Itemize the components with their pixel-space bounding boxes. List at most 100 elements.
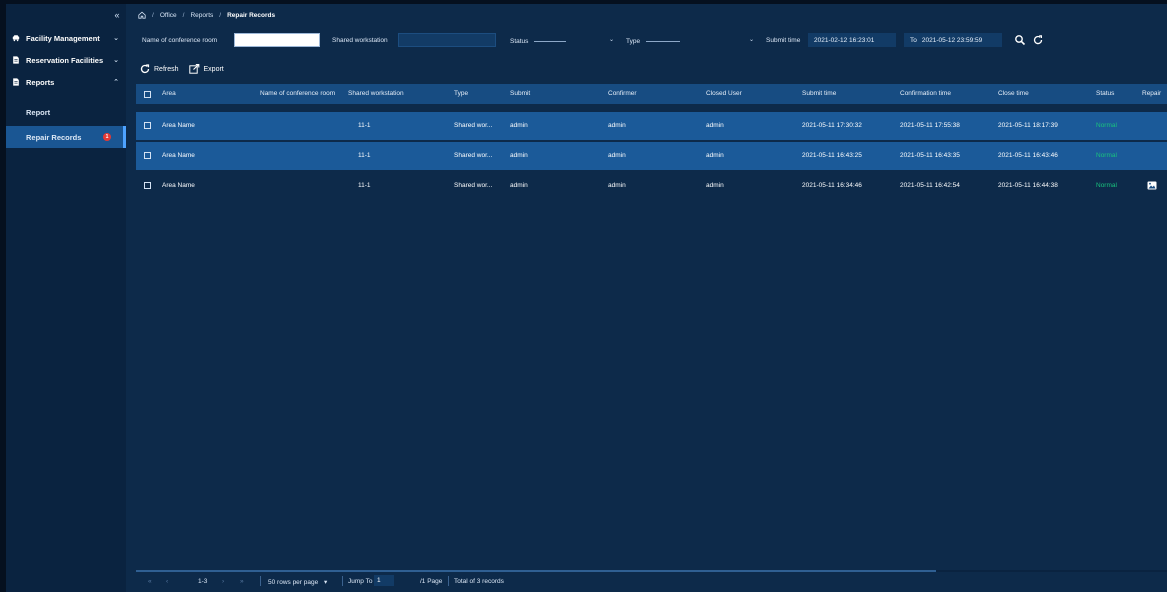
shared-workstation-input[interactable]	[398, 33, 496, 47]
column-header-confirmation-time[interactable]: Confirmation time	[900, 90, 951, 97]
export-label: Export	[203, 65, 224, 73]
status-badge: Normal	[1096, 152, 1117, 159]
pagination-divider	[260, 576, 261, 586]
date-to-value: 2021-05-12 23:59:59	[921, 36, 983, 44]
column-header-submit-time[interactable]: Submit time	[802, 90, 836, 97]
last-page-icon[interactable]: »	[240, 578, 244, 585]
search-icon[interactable]	[1014, 34, 1026, 46]
column-header-submit[interactable]: Submit	[510, 90, 530, 97]
column-header-shared-workstation[interactable]: Shared workstation	[348, 90, 404, 97]
cell-submit: admin	[510, 152, 528, 159]
first-page-icon[interactable]: «	[148, 578, 152, 585]
home-icon[interactable]	[138, 11, 146, 19]
sidebar-item-label: Facility Management	[26, 33, 100, 43]
cell-area: Area Name	[162, 152, 195, 159]
breadcrumb-separator: /	[219, 11, 222, 19]
page-count: /1 Page	[420, 578, 443, 585]
horizontal-scrollbar[interactable]	[136, 570, 936, 572]
cell-closed-user: admin	[706, 182, 724, 189]
sidebar-subitem-repair-records[interactable]: Repair Records 1	[6, 126, 126, 148]
refresh-label: Refresh	[154, 65, 179, 73]
refresh-button[interactable]: Refresh	[140, 64, 179, 74]
status-badge: Normal	[1096, 122, 1117, 129]
sidebar: « Facility Management ⌄ Reservation Faci…	[6, 4, 126, 592]
sidebar-item-label: Reservation Facilities	[26, 55, 104, 65]
reset-icon[interactable]	[1032, 34, 1044, 46]
cell-submit-time: 2021-05-11 16:34:46	[802, 182, 862, 189]
pagination-divider	[342, 576, 343, 586]
table-row[interactable]: Area Name 11-1 Shared wor... admin admin…	[136, 112, 1167, 140]
cell-closed-user: admin	[706, 122, 724, 129]
rows-per-page-select[interactable]: 50 rows per page ▾	[268, 578, 327, 586]
type-select-label: Type	[626, 37, 641, 45]
document-icon	[13, 78, 19, 86]
column-header-status[interactable]: Status	[1096, 90, 1114, 97]
row-checkbox[interactable]	[144, 152, 151, 159]
cell-close-time: 2021-05-11 16:44:38	[998, 182, 1058, 189]
status-select[interactable]: Status ⌄	[510, 35, 614, 47]
chevron-up-icon: ⌃	[113, 79, 119, 86]
cell-type: Shared wor...	[454, 182, 493, 189]
jump-to-label: Jump To	[348, 578, 373, 585]
status-select-line	[534, 40, 567, 42]
select-all-checkbox[interactable]	[144, 91, 151, 98]
conference-room-input[interactable]	[234, 33, 320, 47]
date-from-input[interactable]: 2021-02-12 16:23:01	[808, 33, 896, 47]
filter-bar: Name of conference room Shared workstati…	[126, 32, 1167, 52]
sidebar-item-facility-management[interactable]: Facility Management ⌄	[6, 28, 126, 48]
column-header-closed-user[interactable]: Closed User	[706, 90, 742, 97]
export-button[interactable]: Export	[188, 64, 224, 74]
sidebar-item-reports[interactable]: Reports ⌃	[6, 72, 126, 92]
image-icon[interactable]	[1147, 181, 1157, 190]
column-header-conference-room[interactable]: Name of conference room	[260, 90, 335, 97]
sidebar-subitem-report[interactable]: Report	[6, 102, 126, 122]
sidebar-item-reservation-facilities[interactable]: Reservation Facilities ⌄	[6, 50, 126, 70]
app-frame: « Facility Management ⌄ Reservation Faci…	[6, 4, 1167, 592]
column-header-close-time[interactable]: Close time	[998, 90, 1029, 97]
breadcrumb-item-office[interactable]: Office	[160, 12, 177, 19]
table-row[interactable]: Area Name 11-1 Shared wor... admin admin…	[136, 172, 1167, 200]
column-header-repair[interactable]: Repair	[1142, 90, 1161, 97]
breadcrumb-separator: /	[182, 11, 185, 19]
cell-submit-time: 2021-05-11 17:30:32	[802, 122, 862, 129]
cell-confirmation-time: 2021-05-11 17:55:38	[900, 122, 960, 129]
cell-confirmer: admin	[608, 122, 626, 129]
date-to-input[interactable]: To 2021-05-12 23:59:59	[904, 33, 1002, 47]
main-content: / Office / Reports / Repair Records Name…	[126, 4, 1167, 592]
column-header-type[interactable]: Type	[454, 90, 468, 97]
cell-shared-workstation: 11-1	[358, 152, 371, 159]
cell-closed-user: admin	[706, 152, 724, 159]
cell-submit: admin	[510, 122, 528, 129]
submit-time-label: Submit time	[766, 37, 801, 44]
next-page-icon[interactable]: ›	[222, 578, 224, 585]
row-checkbox[interactable]	[144, 182, 151, 189]
double-chevron-left-icon[interactable]: «	[112, 10, 122, 20]
status-badge: Normal	[1096, 182, 1117, 189]
cell-shared-workstation: 11-1	[358, 182, 371, 189]
status-select-label: Status	[510, 37, 529, 45]
jump-to-input[interactable]	[374, 575, 394, 586]
breadcrumb-item-current: Repair Records	[227, 11, 276, 19]
shared-workstation-label: Shared workstation	[332, 37, 388, 44]
type-select[interactable]: Type ⌄	[626, 35, 754, 47]
cell-submit-time: 2021-05-11 16:43:25	[802, 152, 862, 159]
pagination-divider	[448, 576, 449, 586]
column-header-confirmer[interactable]: Confirmer	[608, 90, 637, 97]
chevron-down-icon: ⌄	[608, 37, 614, 43]
toolbar: Refresh Export	[140, 62, 234, 76]
cell-confirmation-time: 2021-05-11 16:43:35	[900, 152, 960, 159]
chevron-down-icon: ⌄	[113, 35, 119, 42]
table-row[interactable]: Area Name 11-1 Shared wor... admin admin…	[136, 142, 1167, 170]
cell-confirmer: admin	[608, 152, 626, 159]
rows-per-page-value: 50 rows per page	[268, 579, 319, 586]
chevron-down-icon: ⌄	[113, 57, 119, 64]
column-header-area[interactable]: Area	[162, 90, 176, 97]
type-select-line	[646, 40, 681, 42]
breadcrumb-item-reports[interactable]: Reports	[190, 12, 213, 19]
prev-page-icon[interactable]: ‹	[166, 578, 168, 585]
cell-type: Shared wor...	[454, 152, 493, 159]
date-to-label: To	[910, 36, 917, 44]
row-checkbox[interactable]	[144, 122, 151, 129]
scrollbar-track	[936, 570, 1167, 572]
sidebar-item-label: Reports	[26, 77, 55, 87]
